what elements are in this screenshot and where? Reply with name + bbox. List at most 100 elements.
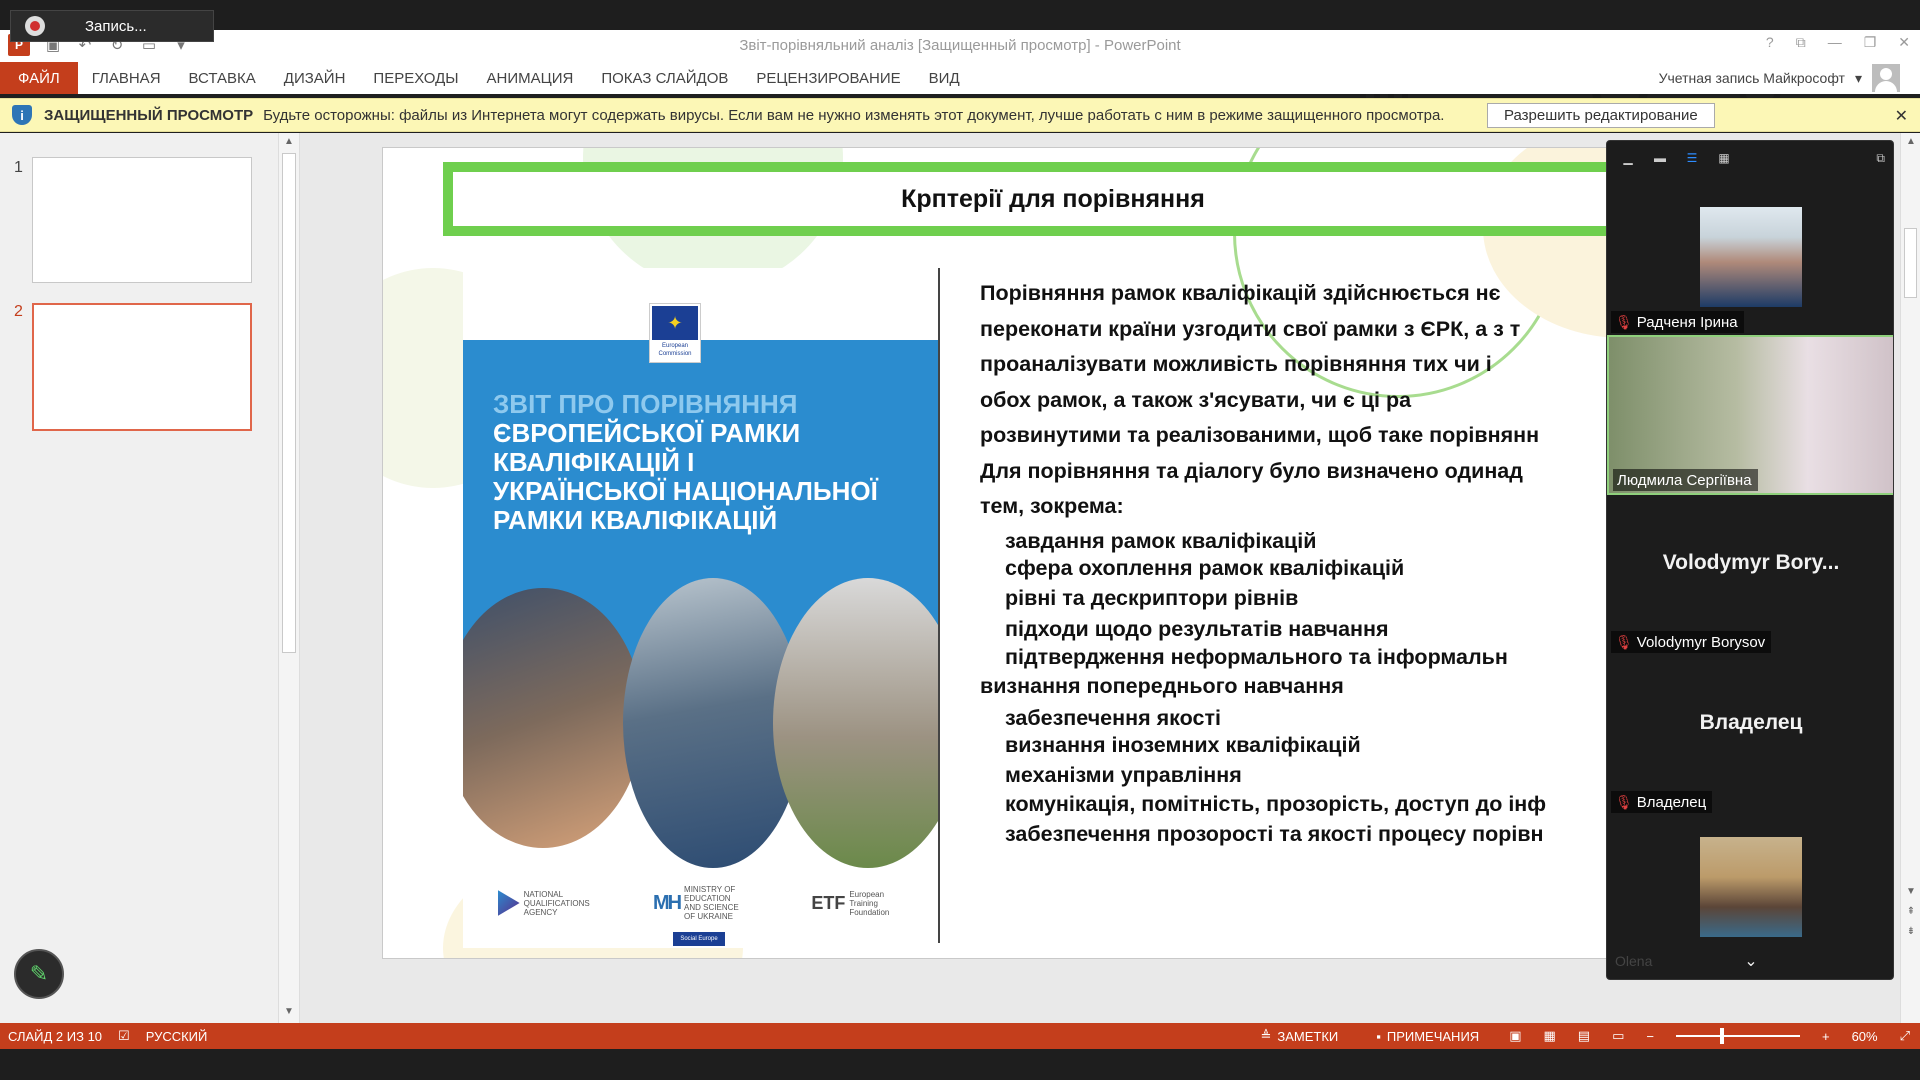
mic-muted-icon: 🎙︎ bbox=[1615, 313, 1633, 330]
zoom-in-icon[interactable]: + bbox=[1822, 1029, 1830, 1044]
body-line: проаналізувати можливість порівняння тих… bbox=[980, 352, 1492, 376]
participant-tile-active-speaker[interactable]: Людмила Сергіївна bbox=[1607, 335, 1893, 495]
record-icon bbox=[25, 16, 45, 36]
zoom-level[interactable]: 60% bbox=[1852, 1029, 1878, 1044]
participant-name-tag: 🎙︎ Volodymyr Borysov bbox=[1611, 631, 1772, 653]
scrollbar-thumb[interactable] bbox=[1904, 228, 1917, 298]
tab-design[interactable]: ДИЗАЙН bbox=[270, 62, 360, 94]
top-strip bbox=[0, 0, 1920, 30]
notes-button[interactable]: ≜ ЗАМЕТКИ bbox=[1252, 1028, 1346, 1044]
slide-thumbnail-2[interactable] bbox=[32, 303, 252, 431]
protected-view-title: ЗАЩИЩЕННЫЙ ПРОСМОТР bbox=[44, 106, 254, 124]
normal-view-icon[interactable]: ▣ bbox=[1509, 1028, 1521, 1044]
cover-title-line: української національної bbox=[493, 476, 878, 506]
participant-name-tag: Людмила Сергіївна bbox=[1613, 469, 1758, 491]
close-icon[interactable]: ✕ bbox=[1895, 106, 1908, 126]
scroll-down-icon[interactable]: ▼ bbox=[282, 1005, 296, 1019]
window-title: Звіт-порівняльний аналіз [Защищенный про… bbox=[739, 37, 1181, 54]
cover-title-line: Звіт про порівняння bbox=[493, 389, 798, 419]
fit-to-window-icon[interactable]: ⤢ bbox=[1900, 1028, 1910, 1044]
cover-logos: NATIONAL QUALIFICATIONS AGENCY МН MINIST… bbox=[463, 883, 940, 923]
cover-title-line: рамки кваліфікацій bbox=[493, 505, 778, 535]
account-menu[interactable]: Учетная запись Майкрософт ▾ bbox=[1659, 62, 1900, 94]
next-slide-icon[interactable]: ⇟ bbox=[1904, 925, 1918, 939]
mic-muted-icon: 🎙︎ bbox=[1615, 633, 1633, 650]
grid-view-icon[interactable]: ▦ bbox=[1715, 151, 1733, 165]
restore-button[interactable]: ❐ bbox=[1864, 34, 1877, 51]
slide-body-text[interactable]: Порівняння рамок кваліфікацій здійснюєть… bbox=[980, 276, 1640, 852]
scroll-up-icon[interactable]: ▲ bbox=[1904, 135, 1918, 149]
participant-photo bbox=[1700, 837, 1802, 937]
comments-button[interactable]: ▪ ПРИМЕЧАНИЯ bbox=[1368, 1029, 1487, 1044]
report-cover-image[interactable]: ✦ European Commission Звіт про порівнянн… bbox=[463, 268, 940, 948]
slide-title-box[interactable]: Крптерії для порівняння bbox=[443, 162, 1701, 236]
editor-bottom-area bbox=[300, 975, 1900, 1023]
previous-slide-icon[interactable]: ⇞ bbox=[1904, 905, 1918, 919]
tab-insert[interactable]: ВСТАВКА bbox=[175, 62, 270, 94]
close-button[interactable]: ✕ bbox=[1898, 34, 1910, 51]
tab-animations[interactable]: АНИМАЦИЯ bbox=[473, 62, 588, 94]
cover-photo-collage bbox=[463, 578, 940, 868]
reading-view-icon[interactable]: ▤ bbox=[1578, 1028, 1590, 1044]
status-bar-right: ≜ ЗАМЕТКИ ▪ ПРИМЕЧАНИЯ ▣ ▦ ▤ ▭ − + 60% ⤢ bbox=[1252, 1023, 1910, 1049]
minimize-button[interactable]: — bbox=[1828, 34, 1842, 51]
scrollbar-thumb[interactable] bbox=[282, 153, 296, 653]
annotate-pencil-button[interactable]: ✎ bbox=[14, 949, 64, 999]
thumbnails-scrollbar[interactable]: ▲ ▼ bbox=[278, 133, 300, 1023]
body-line: визнання попереднього навчання bbox=[980, 674, 1344, 698]
slideshow-view-icon[interactable]: ▭ bbox=[1612, 1028, 1624, 1044]
slide-thumbnails-pane: 1 2 bbox=[0, 133, 280, 1023]
slide-canvas[interactable]: Крптерії для порівняння ✦ European Commi… bbox=[382, 147, 1702, 959]
language-indicator[interactable]: РУССКИЙ bbox=[138, 1029, 216, 1044]
slide-counter: СЛАЙД 2 ИЗ 10 bbox=[8, 1028, 103, 1044]
body-line: тем, зокрема: bbox=[980, 494, 1124, 518]
editor-vertical-scrollbar[interactable]: ▲ ▼ ⇞ ⇟ bbox=[1900, 133, 1920, 1023]
slide-title: Крптерії для порівняння bbox=[901, 184, 1205, 213]
tab-slideshow[interactable]: ПОКАЗ СЛАЙДОВ bbox=[587, 62, 742, 94]
panel-toolbar: ▁ ▬ ☰ ▦ ⧉ bbox=[1607, 141, 1893, 175]
spellcheck-icon[interactable]: ☑ bbox=[110, 1028, 138, 1044]
zoom-out-icon[interactable]: − bbox=[1646, 1029, 1654, 1044]
participant-tile[interactable]: Владелец 🎙︎ Владелец bbox=[1607, 655, 1893, 815]
scroll-up-icon[interactable]: ▲ bbox=[282, 135, 296, 149]
zoom-slider[interactable] bbox=[1675, 1028, 1800, 1044]
ribbon-tabs: ФАЙЛ ГЛАВНАЯ ВСТАВКА ДИЗАЙН ПЕРЕХОДЫ АНИ… bbox=[0, 62, 1920, 94]
strip-view-icon[interactable]: ☰ bbox=[1683, 151, 1701, 165]
single-view-icon[interactable]: ▬ bbox=[1651, 151, 1669, 165]
participant-photo bbox=[1700, 207, 1802, 307]
tab-transitions[interactable]: ПЕРЕХОДЫ bbox=[359, 62, 472, 94]
body-line: Для порівняння та діалогу було визначено… bbox=[980, 458, 1523, 483]
mic-muted-icon: 🎙︎ bbox=[1615, 793, 1633, 810]
participant-name: Volodymyr Borysov bbox=[1636, 633, 1766, 651]
recording-label: Запись... bbox=[85, 17, 147, 35]
help-button[interactable]: ? bbox=[1766, 34, 1774, 51]
tab-home[interactable]: ГЛАВНАЯ bbox=[78, 62, 175, 94]
chevron-down-icon[interactable]: ⌄ bbox=[1607, 951, 1893, 971]
participant-name-tag: 🎙︎ Владелец bbox=[1611, 791, 1713, 813]
account-label: Учетная запись Майкрософт bbox=[1658, 70, 1845, 86]
slide-sorter-icon[interactable]: ▦ bbox=[1543, 1028, 1555, 1044]
status-bar: СЛАЙД 2 ИЗ 10 ☑ РУССКИЙ ≜ ЗАМЕТКИ ▪ ПРИМ… bbox=[0, 1023, 1920, 1049]
list-item: забезпечення прозорості та якості процес… bbox=[1005, 821, 1544, 846]
cover-title: Звіт про порівняння Європейської рамки к… bbox=[493, 390, 923, 535]
tab-review[interactable]: РЕЦЕНЗИРОВАНИЕ bbox=[742, 62, 914, 94]
window-controls: ? ⧉ — ❐ ✕ bbox=[1766, 34, 1910, 51]
tab-file[interactable]: ФАЙЛ bbox=[0, 62, 78, 94]
eu-flag-icon: ✦ bbox=[652, 306, 698, 340]
enable-editing-button[interactable]: Разрешить редактирование bbox=[1487, 103, 1715, 128]
minimize-panel-icon[interactable]: ▁ bbox=[1619, 151, 1637, 165]
exit-panel-icon[interactable]: ⧉ bbox=[1876, 151, 1885, 166]
ribbon-display-button[interactable]: ⧉ bbox=[1796, 34, 1806, 51]
participant-name: Людмила Сергіївна bbox=[1617, 471, 1752, 489]
participant-name: Радченя Ірина bbox=[1636, 313, 1738, 331]
tab-view[interactable]: ВИД bbox=[915, 62, 974, 94]
slide-thumbnail-1[interactable] bbox=[32, 157, 252, 283]
scroll-down-icon[interactable]: ▼ bbox=[1904, 885, 1918, 899]
participant-tile[interactable]: Volodymyr Bory... 🎙︎ Volodymyr Borysov bbox=[1607, 495, 1893, 655]
recording-indicator[interactable]: Запись... bbox=[10, 10, 214, 42]
zoom-slider-knob[interactable] bbox=[1719, 1028, 1724, 1044]
divider-line bbox=[938, 268, 940, 943]
ministry-logo-caption: MINISTRY OF EDUCATION AND SCIENCE OF UKR… bbox=[684, 885, 739, 921]
participant-tile[interactable]: 🎙︎ Радченя Ірина bbox=[1607, 175, 1893, 335]
notes-icon: ≜ bbox=[1260, 1028, 1272, 1043]
